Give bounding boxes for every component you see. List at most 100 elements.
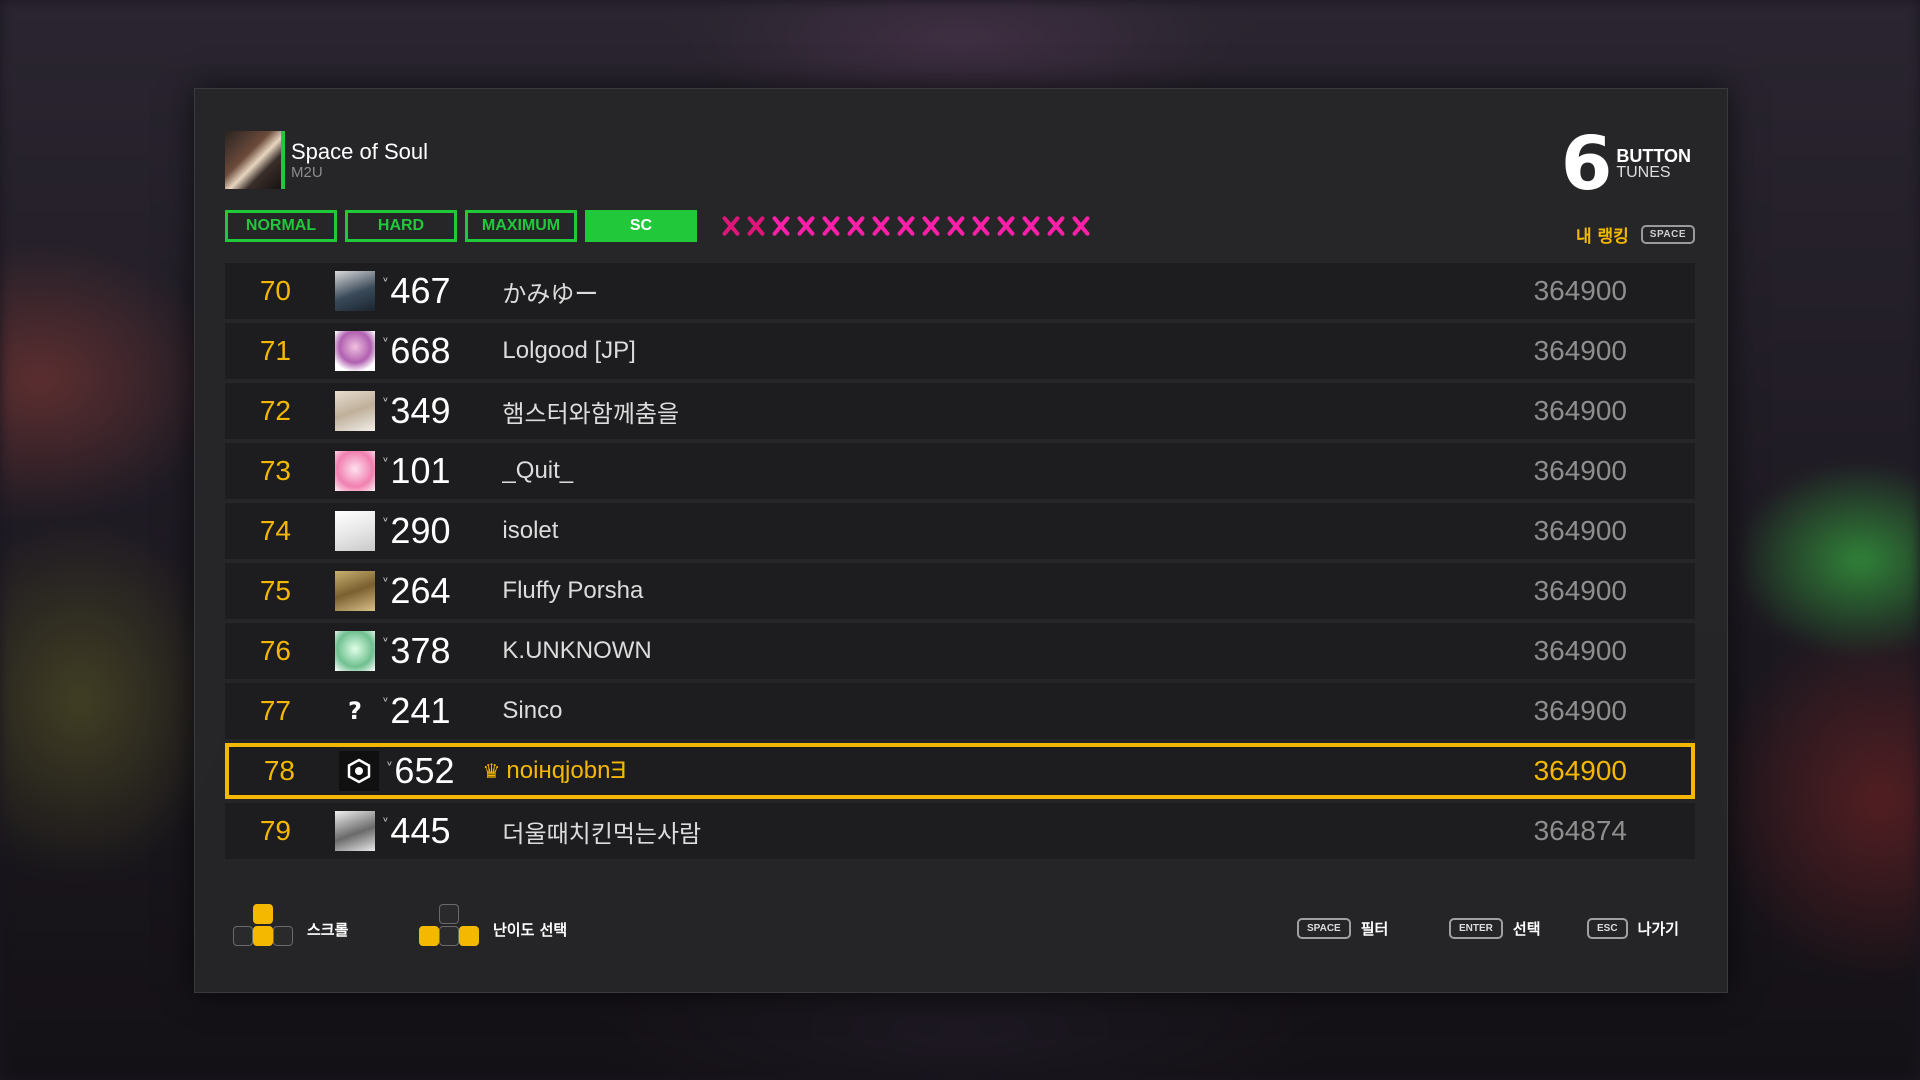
hint-select: ENTER 선택 xyxy=(1449,918,1541,939)
hint-difficulty: 난이도 선택 xyxy=(417,904,567,954)
level-mark-icon xyxy=(819,213,842,239)
player-score: 364900 xyxy=(1533,455,1627,486)
level-mark-icon xyxy=(1044,213,1067,239)
logo-number: 6 xyxy=(1560,121,1613,207)
level-mark-icon xyxy=(844,213,867,239)
tab-hard[interactable]: HARD xyxy=(345,210,457,242)
table-row[interactable]: 75 ᵛ 264 Fluffy Porsha 364900 xyxy=(225,563,1695,619)
level-prefix-icon: ᵛ xyxy=(383,275,389,290)
avatar xyxy=(335,331,375,371)
table-row[interactable]: 77? ᵛ 241 Sinco 364900 xyxy=(225,683,1695,739)
song-artist: M2U xyxy=(291,163,323,181)
table-row[interactable]: 73 ᵛ 101 _Quit_ 364900 xyxy=(225,443,1695,499)
avatar: ? xyxy=(348,697,362,725)
hint-select-label: 선택 xyxy=(1512,920,1541,938)
enter-key-icon: ENTER xyxy=(1449,918,1503,939)
player-score: 364874 xyxy=(1533,815,1627,846)
player-level: 290 xyxy=(390,510,451,551)
table-row[interactable]: 79 ᵛ 445 더울때치킨먹는사람 364874 xyxy=(225,803,1695,859)
level-mark-icon xyxy=(894,213,917,239)
level-mark-icon xyxy=(1019,213,1042,239)
player-name: isolet xyxy=(502,517,559,544)
rank-number: 79 xyxy=(259,815,291,846)
avatar xyxy=(335,391,375,431)
crown-icon: ♛ xyxy=(482,759,501,783)
avatar xyxy=(335,811,375,851)
table-row[interactable]: 70 ᵛ 467 かみゆー 364900 xyxy=(225,263,1695,319)
hint-exit-label: 나가기 xyxy=(1637,920,1679,938)
level-prefix-icon: ᵛ xyxy=(383,635,389,650)
player-name: かみゆー xyxy=(502,280,599,308)
player-level: 264 xyxy=(390,570,451,611)
player-level: 378 xyxy=(390,630,451,671)
difficulty-level-marks xyxy=(719,213,1092,239)
esc-key-icon: ESC xyxy=(1587,918,1628,939)
rank-number: 76 xyxy=(259,635,291,666)
level-prefix-icon: ᵛ xyxy=(383,815,389,830)
level-mark-icon xyxy=(919,213,942,239)
tab-sc[interactable]: SC xyxy=(585,210,697,242)
player-name: Lolgood [JP] xyxy=(502,337,636,364)
hint-filter: SPACE 필터 xyxy=(1297,918,1388,939)
hint-filter-label: 필터 xyxy=(1360,920,1389,938)
avatar xyxy=(335,571,375,611)
tab-normal[interactable]: NORMAL xyxy=(225,210,337,242)
player-score: 364900 xyxy=(1533,395,1627,426)
tab-maximum[interactable]: MAXIMUM xyxy=(465,210,577,242)
hint-scroll: 스크롤 xyxy=(231,904,348,954)
player-level: 467 xyxy=(390,270,451,311)
player-name: _Quit_ xyxy=(502,457,574,484)
logo-word-button: BUTTON xyxy=(1616,146,1691,166)
level-mark-icon xyxy=(994,213,1017,239)
my-ranking[interactable]: 내 랭킹 SPACE xyxy=(1576,222,1695,247)
player-name: noiнqjobnƎ xyxy=(506,757,627,784)
player-score: 364900 xyxy=(1533,515,1627,546)
logo-word-tunes: TUNES xyxy=(1616,164,1671,181)
hint-difficulty-label: 난이도 선택 xyxy=(493,920,568,939)
player-score: 364900 xyxy=(1533,695,1627,726)
control-hints: 스크롤 난이도 선택 SPACE 필터 ENTER 선택 ESC 나가기 xyxy=(195,904,1727,964)
table-row[interactable]: 74 ᵛ 290 isolet 364900 xyxy=(225,503,1695,559)
level-mark-icon xyxy=(744,213,767,239)
player-level: 349 xyxy=(390,390,451,431)
level-mark-icon xyxy=(969,213,992,239)
ranking-list[interactable]: 70 ᵛ 467 かみゆー 364900 71 ᵛ 668 Lolgood [JP] 364900… xyxy=(225,263,1695,863)
table-row[interactable]: 71 ᵛ 668 Lolgood [JP] 364900 xyxy=(225,323,1695,379)
level-prefix-icon: ᵛ xyxy=(383,575,389,590)
avatar xyxy=(335,451,375,491)
level-mark-icon xyxy=(869,213,892,239)
level-prefix-icon: ᵛ xyxy=(387,759,393,774)
rank-number: 74 xyxy=(259,515,291,546)
hexagon-logo-icon xyxy=(347,758,371,784)
rank-number: 78 xyxy=(263,755,295,786)
level-mark-icon xyxy=(769,213,792,239)
rank-number: 70 xyxy=(259,275,291,306)
rank-number: 72 xyxy=(259,395,291,426)
rank-number: 71 xyxy=(259,335,291,366)
player-name: K.UNKNOWN xyxy=(502,637,652,664)
table-row-current-player[interactable]: 78 ᵛ 652 ♛ noiнqjobnƎ 364900 xyxy=(225,743,1695,799)
hint-exit: ESC 나가기 xyxy=(1587,918,1679,939)
table-row[interactable]: 76 ᵛ 378 K.UNKNOWN 364900 xyxy=(225,623,1695,679)
level-mark-icon xyxy=(944,213,967,239)
dpad-left-right-icon xyxy=(417,904,483,954)
player-level: 241 xyxy=(390,690,451,731)
player-level: 101 xyxy=(390,450,451,491)
song-info: Space of Soul M2U xyxy=(225,131,428,189)
space-key-icon: SPACE xyxy=(1297,918,1351,939)
player-score: 364900 xyxy=(1533,275,1627,306)
rank-number: 75 xyxy=(259,575,291,606)
level-mark-icon xyxy=(1069,213,1092,239)
level-mark-icon xyxy=(719,213,742,239)
dpad-up-down-icon xyxy=(231,904,297,954)
player-score: 364900 xyxy=(1533,635,1627,666)
level-prefix-icon: ᵛ xyxy=(383,515,389,530)
avatar xyxy=(335,271,375,311)
level-prefix-icon: ᵛ xyxy=(383,455,389,470)
player-score: 364900 xyxy=(1533,335,1627,366)
space-key-icon: SPACE xyxy=(1640,225,1695,244)
game-logo: 6 BUTTON TUNES xyxy=(1561,127,1691,201)
table-row[interactable]: 72 ᵛ 349 햄스터와함께춤을 364900 xyxy=(225,383,1695,439)
hint-scroll-label: 스크롤 xyxy=(307,920,349,939)
song-title: Space of Soul xyxy=(291,138,428,164)
